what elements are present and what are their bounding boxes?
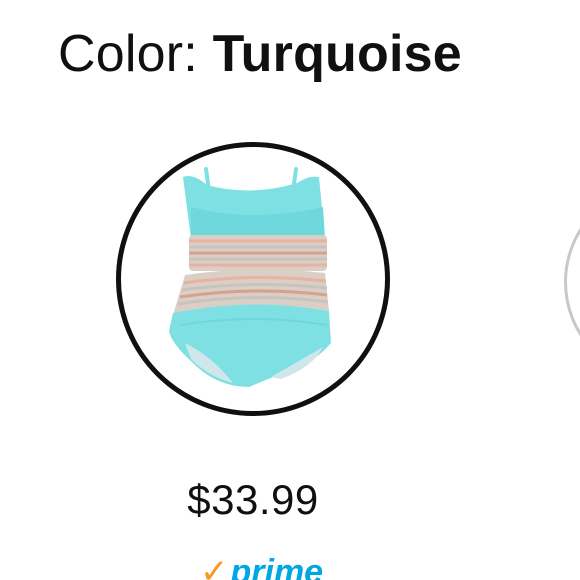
swimsuit-image bbox=[169, 167, 331, 387]
color-label: Color: bbox=[58, 25, 213, 83]
prime-badge: ✓prime bbox=[200, 552, 323, 580]
prime-label: prime bbox=[230, 553, 324, 580]
selected-color-name: Turquoise bbox=[212, 25, 462, 83]
color-swatch-next[interactable] bbox=[564, 182, 580, 382]
color-swatch-turquoise[interactable] bbox=[116, 142, 390, 416]
color-heading: Color: Turquoise bbox=[58, 22, 462, 86]
swatch-price: $33.99 bbox=[187, 476, 319, 523]
color-variation-panel: Color: Turquoise $33.99 ✓prime bbox=[0, 0, 580, 580]
prime-check-icon: ✓ bbox=[200, 553, 229, 580]
